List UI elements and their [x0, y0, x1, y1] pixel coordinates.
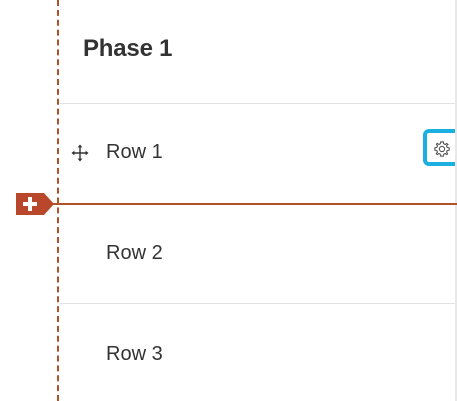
row-settings-button[interactable] [423, 129, 455, 166]
move-icon[interactable] [71, 144, 89, 162]
row-label: Row 3 [106, 343, 163, 365]
gear-icon [434, 141, 450, 157]
drop-guide-vertical [57, 0, 59, 401]
phase-editor: Phase 1 Row 1 Row 2 Row 3 [0, 0, 457, 401]
row-label: Row 1 [106, 141, 163, 163]
row-divider [60, 303, 455, 304]
insert-position-line [50, 203, 457, 205]
phase-title: Phase 1 [83, 35, 173, 62]
insert-row-button[interactable] [16, 193, 54, 215]
row-label: Row 2 [106, 242, 163, 264]
phase-header-divider [60, 103, 455, 104]
